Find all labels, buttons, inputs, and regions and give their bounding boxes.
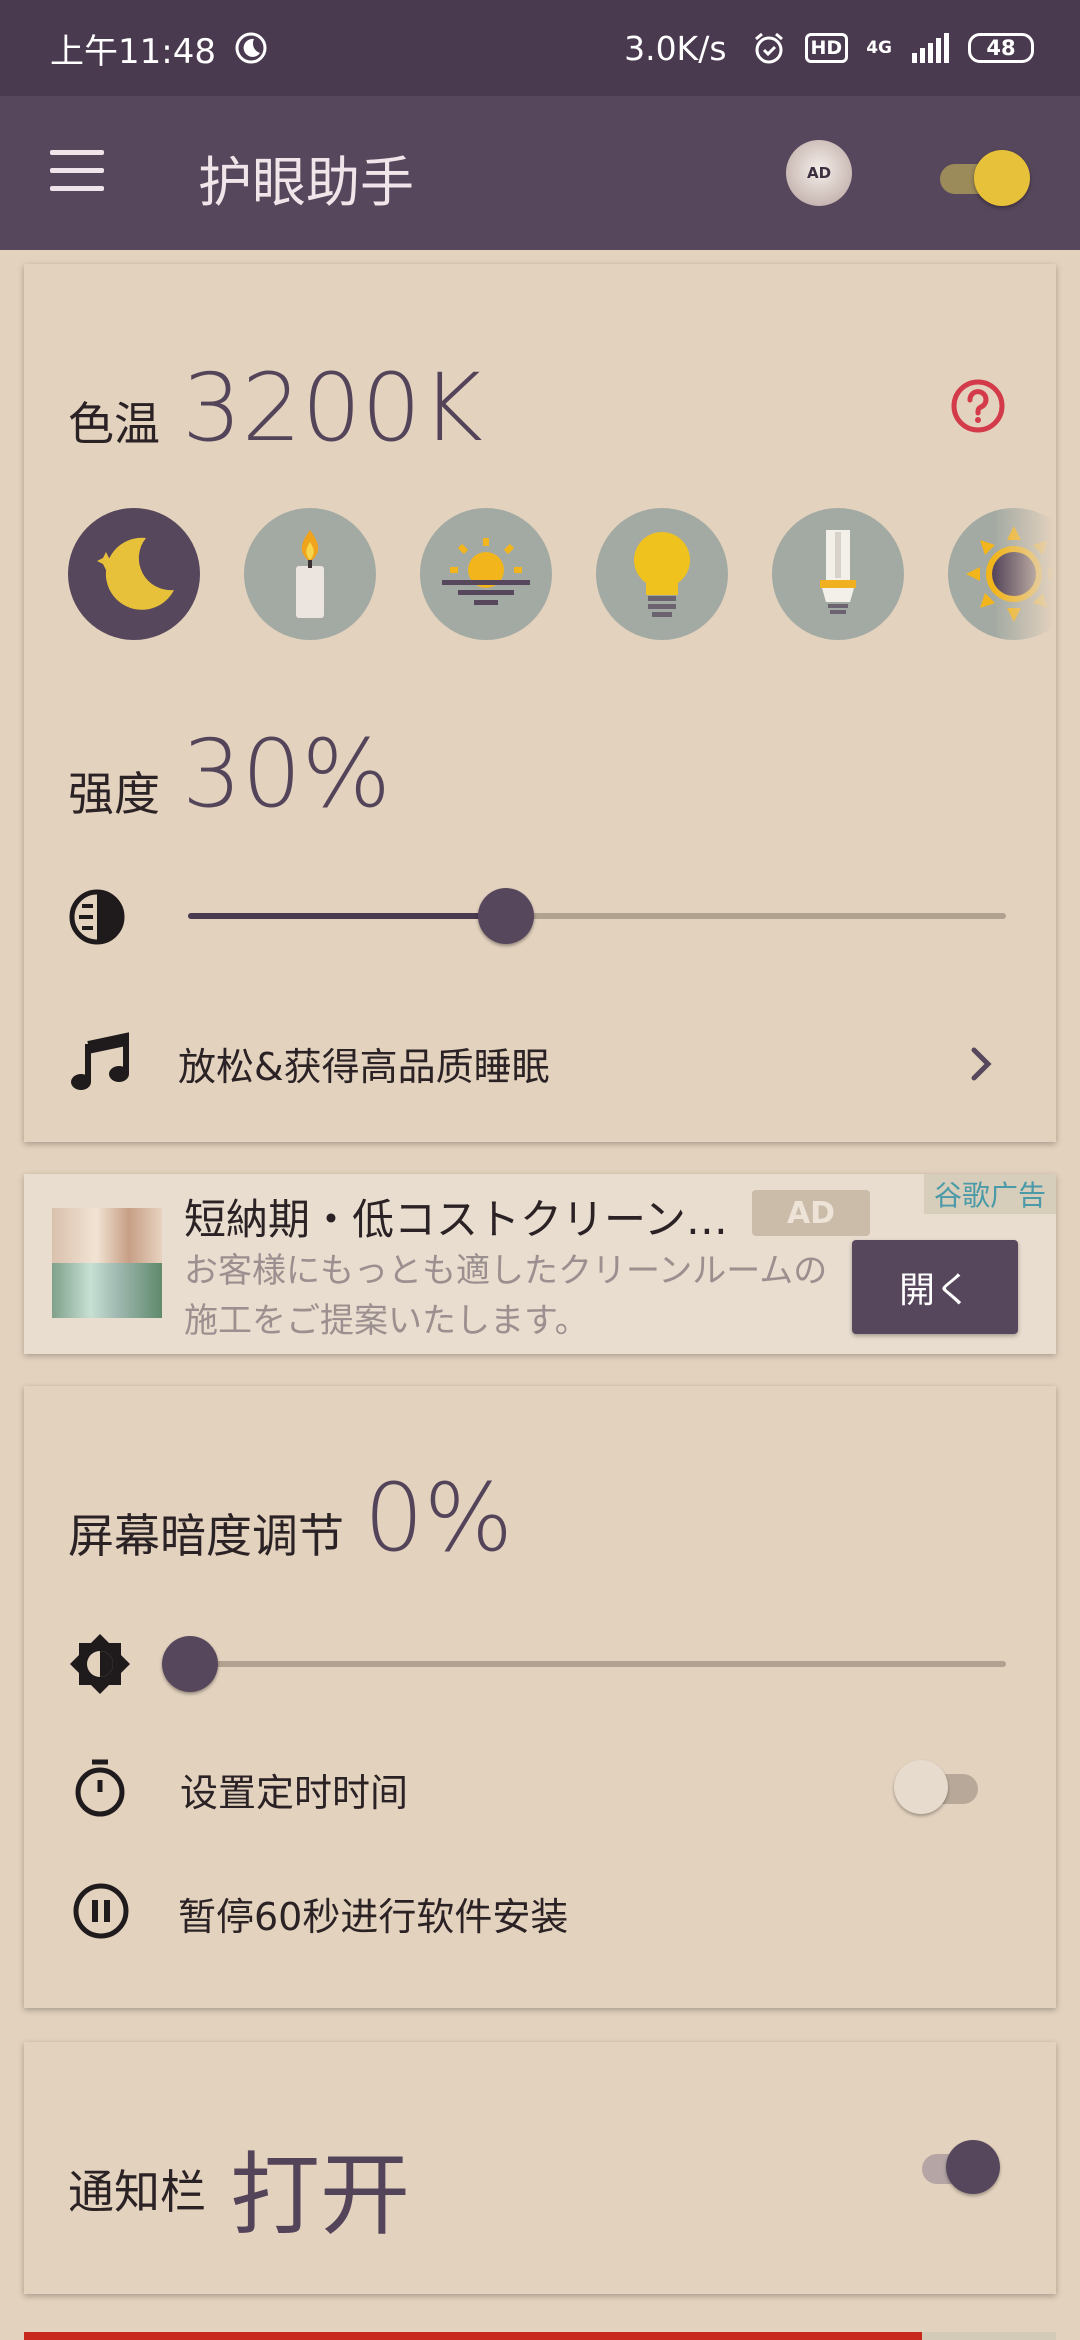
- battery-indicator: 48: [968, 33, 1034, 63]
- ad-title[interactable]: 短納期・低コストクリーン…: [184, 1186, 744, 1247]
- filter-card: 色温 3200K 强度 30% 放松&获得高品质睡眠: [24, 264, 1056, 1142]
- ad-open-button[interactable]: 開く: [852, 1240, 1018, 1334]
- ad-provider-label: 谷歌广告: [924, 1174, 1056, 1214]
- timer-toggle[interactable]: [894, 1758, 990, 1816]
- dimming-slider[interactable]: [162, 1636, 1006, 1692]
- contrast-icon: [69, 889, 125, 945]
- preset-bulb[interactable]: [596, 508, 728, 640]
- next-card-edge: [24, 2332, 1056, 2340]
- ad-banner[interactable]: 短納期・低コストクリーン… AD 谷歌广告 お客様にもっとも適したクリーンルーム…: [24, 1174, 1056, 1354]
- timer-icon: [75, 1759, 125, 1817]
- intensity-label: 强度: [68, 767, 160, 821]
- preset-candle[interactable]: [244, 508, 376, 640]
- ad-description[interactable]: お客様にもっとも適したクリーンルームの施工をご提案いたします。: [184, 1246, 844, 1346]
- night-mode-icon: [235, 32, 267, 64]
- preset-sunset[interactable]: [420, 508, 552, 640]
- page-title: 护眼助手: [198, 151, 414, 214]
- intensity-value: 30%: [182, 720, 391, 829]
- sleep-link-label[interactable]: 放松&获得高品质睡眠: [178, 1036, 550, 1091]
- notification-toggle[interactable]: [908, 2138, 1004, 2196]
- hd-badge: HD: [804, 33, 849, 63]
- app-toolbar: 护眼助手 AD: [0, 96, 1080, 250]
- ad-lighthouse-icon[interactable]: AD: [786, 140, 852, 206]
- music-icon: [71, 1032, 129, 1090]
- ad-badge: AD: [752, 1190, 870, 1236]
- color-temp-label: 色温: [68, 397, 160, 451]
- preset-fluorescent[interactable]: [772, 508, 904, 640]
- dimming-card: 屏幕暗度调节 0% 设置定时时间 暂停60秒进行软件安装: [24, 1386, 1056, 2008]
- color-temp-presets: [42, 508, 1054, 642]
- notification-card: 通知栏 打开: [24, 2042, 1056, 2294]
- brightness-icon: [70, 1634, 130, 1694]
- notification-label: 通知栏: [68, 2165, 206, 2219]
- network-type: 4G: [866, 38, 892, 58]
- ad-image[interactable]: [52, 1208, 162, 1318]
- moon-icon: [97, 537, 174, 610]
- net-speed: 3.0K/s: [624, 28, 727, 68]
- timer-label: 设置定时时间: [180, 1771, 409, 1815]
- lightbulb-icon: [633, 532, 691, 617]
- candle-icon: [296, 530, 324, 618]
- notification-value: 打开: [230, 2143, 410, 2248]
- filter-toggle[interactable]: [936, 150, 1030, 206]
- pause-icon: [73, 1883, 129, 1939]
- menu-icon[interactable]: [50, 150, 104, 191]
- alarm-icon: [754, 32, 783, 64]
- pause-install-label[interactable]: 暂停60秒进行软件安装: [178, 1886, 568, 1941]
- preset-moon[interactable]: [68, 508, 200, 640]
- chevron-right-icon[interactable]: [966, 1044, 996, 1084]
- status-bar: 上午11:48 3.0K/s HD 4G 48: [0, 0, 1080, 96]
- help-icon[interactable]: [950, 378, 1006, 434]
- ad-avatar-label: AD: [806, 164, 832, 182]
- dimming-label: 屏幕暗度调节: [68, 1509, 344, 1563]
- intensity-slider-thumb[interactable]: [478, 888, 534, 944]
- fluorescent-lamp-icon: [820, 530, 856, 614]
- dimming-value: 0%: [364, 1464, 514, 1573]
- sunrise-icon: [442, 538, 530, 605]
- signal-icon: [912, 33, 949, 63]
- dimming-slider-thumb[interactable]: [162, 1636, 218, 1692]
- color-temp-value: 3200K: [182, 354, 483, 463]
- intensity-slider[interactable]: [188, 888, 1006, 944]
- status-time: 上午11:48: [50, 31, 216, 72]
